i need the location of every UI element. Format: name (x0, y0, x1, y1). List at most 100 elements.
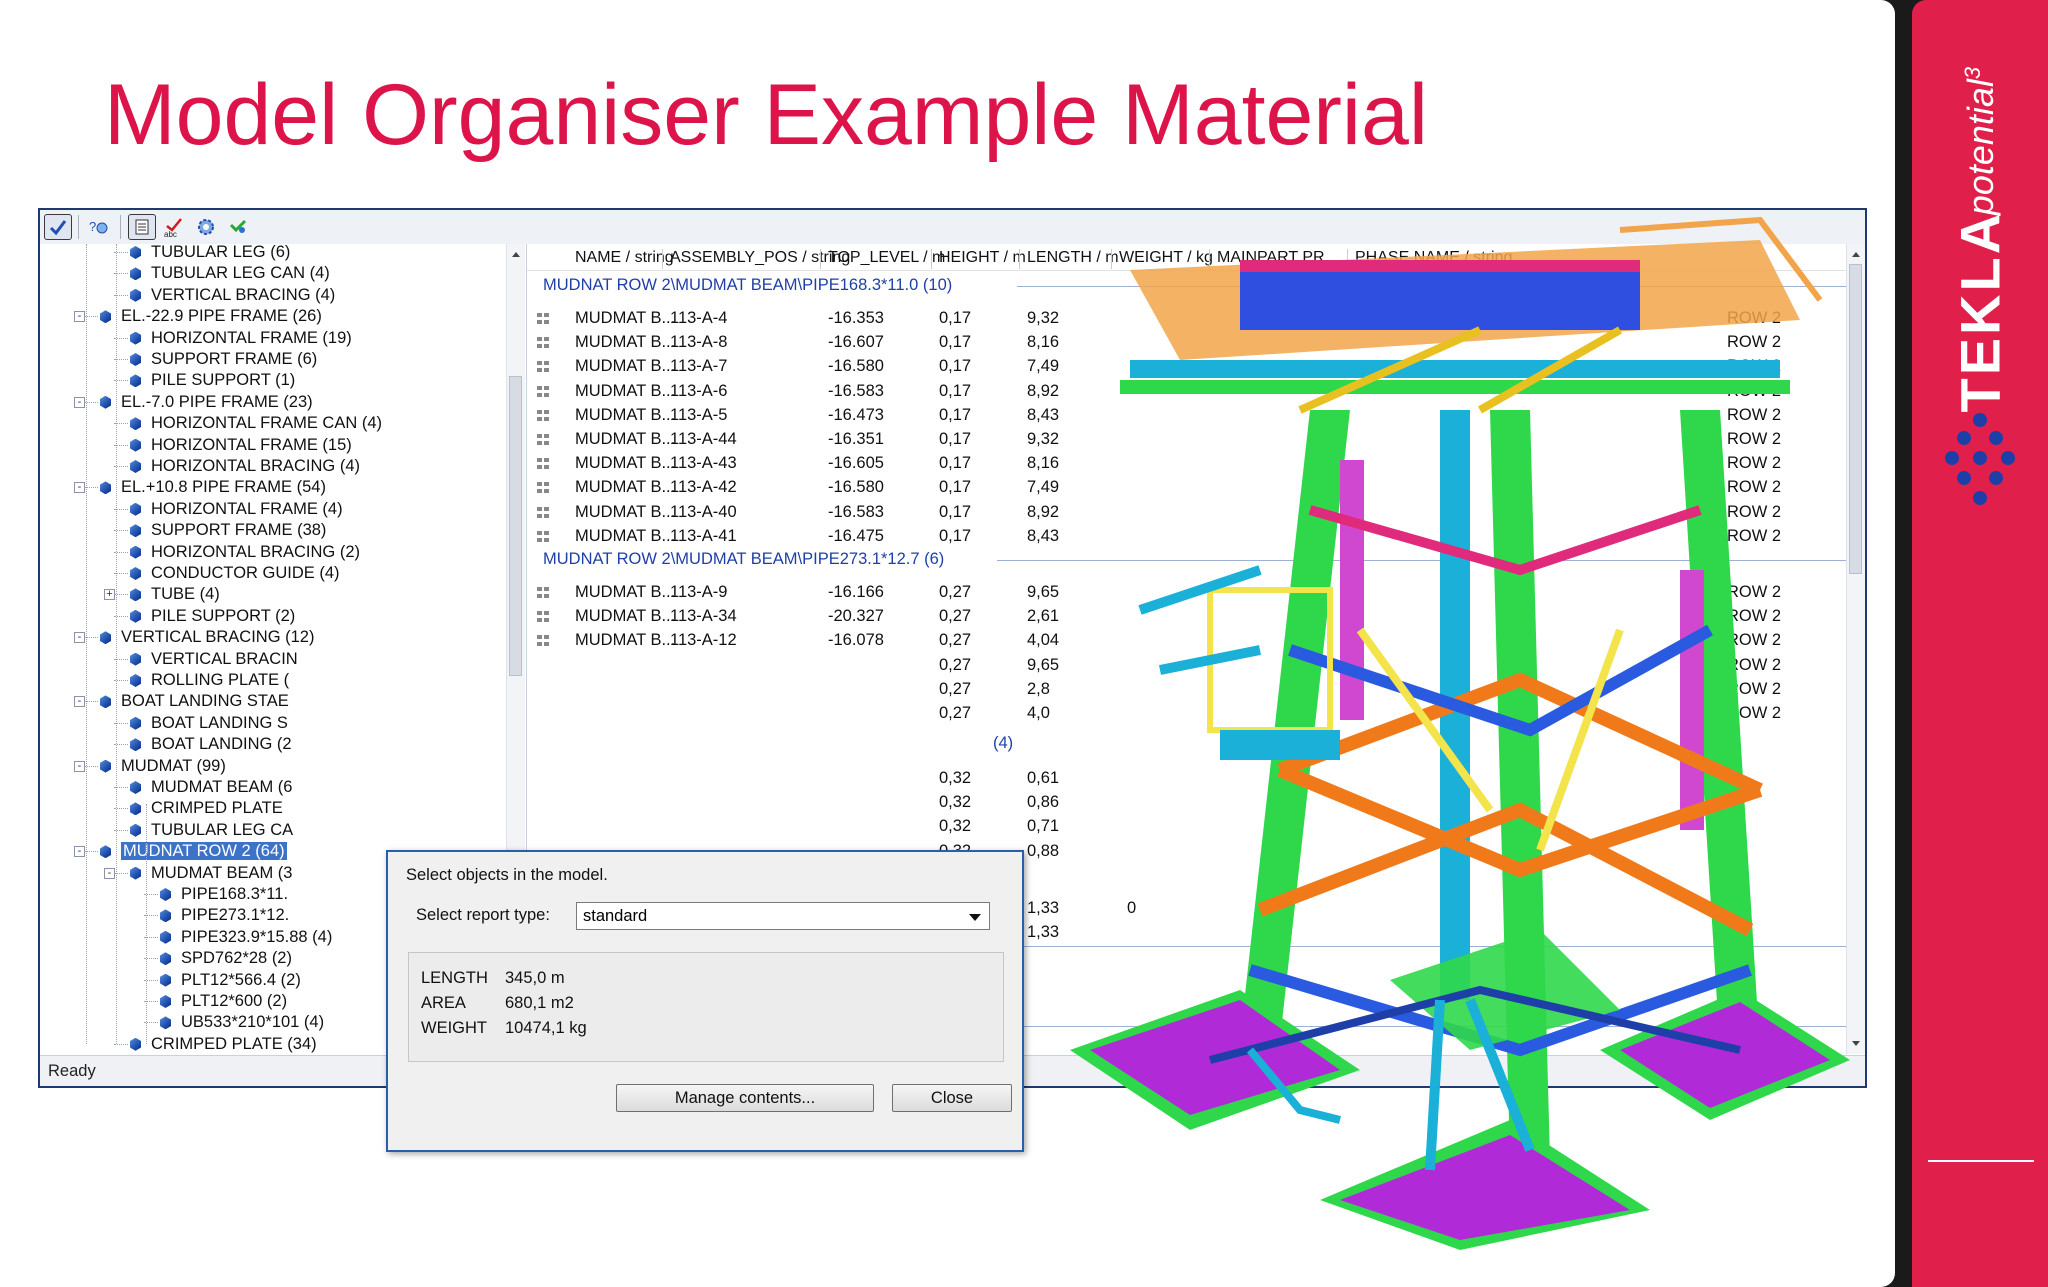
tree-item[interactable]: EL.-22.9 PIPE FRAME (26) (100, 306, 322, 326)
report-icon[interactable] (128, 214, 156, 240)
tree-item-label: ROLLING PLATE ( (151, 671, 290, 689)
group-header[interactable]: MUDNAT ROW 2\MUDMAT BEAM\PIPE168.3*11.0 … (543, 274, 952, 296)
tree-item[interactable]: CRIMPED PLATE (130, 798, 283, 818)
tree-item[interactable]: SUPPORT FRAME (6) (130, 349, 317, 369)
table-cell: MUDMAT B... (575, 357, 676, 376)
tree-item[interactable]: CONDUCTOR GUIDE (4) (130, 563, 340, 583)
tree-item-label: PLT12*566.4 (2) (181, 970, 301, 989)
refresh-icon[interactable] (224, 214, 252, 240)
table-cell: 9,65 (1027, 583, 1060, 601)
table-cell: 0,71 (1027, 817, 1060, 836)
close-button[interactable]: Close (892, 1084, 1012, 1112)
tree-item[interactable]: PILE SUPPORT (2) (130, 606, 295, 626)
help-search-icon[interactable]: ? (86, 214, 114, 240)
part-icon (537, 506, 549, 518)
tree-item[interactable]: CRIMPED PLATE (34) (130, 1034, 317, 1054)
column-header[interactable]: HEIGHT / m (939, 246, 1026, 270)
tree-item[interactable]: MUDMAT (99) (100, 756, 226, 776)
assembly-node-icon (130, 545, 141, 559)
tree-item-label: VERTICAL BRACIN (151, 649, 298, 668)
tree-item[interactable]: HORIZONTAL FRAME (19) (130, 328, 352, 348)
tree-item[interactable]: MUDMAT BEAM (6 (130, 777, 292, 797)
tree-scroll-thumb[interactable] (509, 376, 522, 676)
table-cell: MUDMAT B... (575, 405, 676, 424)
tree-item[interactable]: TUBULAR LEG CA (130, 820, 293, 840)
tree-item-label: SPD762*28 (2) (181, 949, 292, 968)
column-separator[interactable] (820, 249, 821, 269)
scroll-up-icon[interactable] (511, 250, 521, 258)
tree-item[interactable]: VERTICAL BRACING (4) (130, 285, 335, 305)
tree-item[interactable]: PLT12*600 (2) (160, 991, 287, 1011)
table-cell: 8,16 (1027, 454, 1060, 473)
tree-item[interactable]: TUBULAR LEG CAN (4) (130, 263, 330, 283)
summary-value: 10474,1 kg (505, 1019, 587, 1037)
column-separator[interactable] (662, 249, 663, 269)
assembly-node-icon (130, 331, 141, 345)
table-cell: 113-A-34 (670, 607, 737, 626)
tree-item[interactable]: HORIZONTAL FRAME (4) (130, 499, 343, 519)
tree-item[interactable]: BOAT LANDING (2 (130, 734, 292, 754)
group-header[interactable]: MUDNAT ROW 2\MUDMAT BEAM\PIPE273.1*12.7 … (543, 548, 944, 570)
tree-item[interactable]: EL.-7.0 PIPE FRAME (23) (100, 392, 313, 412)
tree-item[interactable]: PILE SUPPORT (1) (130, 370, 295, 390)
tree-item[interactable]: SUPPORT FRAME (38) (130, 520, 326, 540)
tree-item[interactable]: SPD762*28 (2) (160, 948, 292, 968)
tree-item[interactable]: EL.+10.8 PIPE FRAME (54) (100, 477, 326, 497)
manage-contents-button[interactable]: Manage contents... (616, 1084, 874, 1112)
tree-item[interactable]: TUBULAR LEG (6) (130, 244, 290, 262)
tree-item[interactable]: PLT12*566.4 (2) (160, 970, 301, 990)
tree-item[interactable]: BOAT LANDING STAE (100, 691, 289, 711)
tree-item[interactable]: PIPE168.3*11. (160, 884, 288, 904)
tree-item-label: HORIZONTAL FRAME (4) (151, 499, 343, 518)
part-icon (537, 337, 549, 349)
assembly-node-icon (130, 716, 141, 730)
table-cell: -16.353 (828, 309, 884, 327)
chevron-down-icon[interactable] (969, 914, 981, 921)
column-header[interactable]: TOP_LEVEL / m (828, 246, 945, 270)
tree-item[interactable]: BOAT LANDING S (130, 713, 288, 733)
table-cell: 4,0 (1027, 704, 1050, 722)
tree-item[interactable]: VERTICAL BRACIN (130, 649, 298, 669)
tree-item-label: MUDMAT (99) (121, 756, 226, 775)
table-cell: 0,61 (1027, 769, 1060, 787)
table-cell: MUDMAT B... (575, 631, 676, 650)
tree-item[interactable]: HORIZONTAL FRAME CAN (4) (130, 413, 382, 433)
tree-item[interactable]: VERTICAL BRACING (12) (100, 627, 314, 647)
assembly-node-icon (130, 353, 141, 366)
table-cell: 0,17 (939, 309, 972, 327)
column-header[interactable]: ASSEMBLY_POS / string (670, 246, 850, 270)
tree-item[interactable]: HORIZONTAL FRAME (15) (130, 435, 352, 455)
tree-item[interactable]: HORIZONTAL BRACING (4) (130, 456, 360, 476)
table-cell: 113-A-6 (670, 381, 728, 400)
tree-item-label: MUDMAT BEAM (3 (151, 863, 293, 882)
group-header[interactable]: (4) (993, 732, 1013, 754)
tree-item[interactable]: PIPE273.1*12. (160, 905, 289, 925)
spell-check-icon[interactable]: abc (160, 214, 188, 240)
table-cell: 113-A-42 (670, 478, 737, 497)
tree-item[interactable]: HORIZONTAL BRACING (2) (130, 542, 360, 562)
assembly-node-icon (130, 823, 141, 837)
select-objects-icon[interactable] (44, 214, 72, 240)
tree-item[interactable]: TUBE (4) (130, 584, 220, 604)
report-type-select[interactable]: standard (576, 902, 990, 930)
tree-item-label: EL.+10.8 PIPE FRAME (54) (121, 478, 326, 497)
tree-item[interactable]: UB533*210*101 (4) (160, 1012, 324, 1032)
tree-item[interactable]: PIPE323.9*15.88 (4) (160, 927, 332, 947)
column-separator[interactable] (931, 249, 932, 269)
assembly-node-icon (130, 438, 141, 452)
tree-item[interactable]: MUDMAT BEAM (3 (130, 863, 292, 883)
tree-item[interactable]: MUDNAT ROW 2 (64) (100, 841, 287, 861)
assembly-node-icon (130, 1037, 141, 1051)
table-cell: 0,17 (939, 333, 972, 352)
column-separator[interactable] (1019, 249, 1020, 269)
table-cell: 8,92 (1027, 381, 1060, 400)
part-icon (537, 458, 549, 470)
assembly-node-icon (130, 267, 141, 281)
settings-gear-icon[interactable] (192, 214, 220, 240)
column-header[interactable]: NAME / string (575, 246, 674, 270)
tree-item[interactable]: ROLLING PLATE ( (130, 670, 289, 690)
assembly-node-icon (100, 759, 111, 773)
table-cell: 7,49 (1027, 357, 1060, 376)
part-icon (537, 385, 549, 397)
assembly-node-icon (130, 567, 141, 580)
